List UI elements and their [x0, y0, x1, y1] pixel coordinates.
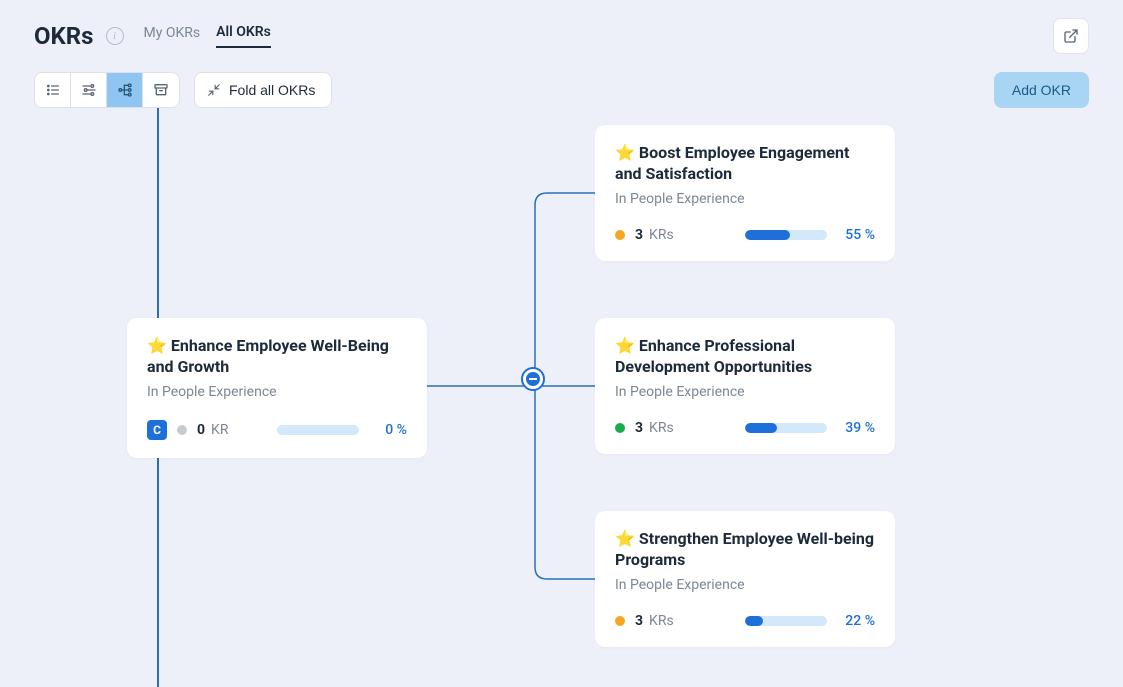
okr-card-child[interactable]: ⭐Enhance Professional Development Opport… — [595, 318, 895, 454]
kr-label: KR — [211, 422, 228, 438]
fold-all-button[interactable]: Fold all OKRs — [194, 72, 332, 108]
collapse-node-handle[interactable] — [521, 367, 545, 391]
kr-count: 3 — [635, 227, 643, 243]
okr-title-text: Enhance Professional Development Opportu… — [615, 336, 812, 376]
star-icon: ⭐ — [615, 336, 635, 355]
connector-lines — [427, 125, 597, 645]
view-alignment-button[interactable] — [71, 73, 107, 107]
kr-count: 3 — [635, 613, 643, 629]
progress-percent: 22 % — [837, 613, 875, 629]
star-icon: ⭐ — [615, 143, 635, 162]
okr-card-title: ⭐Enhance Employee Well-Being and Growth — [147, 336, 407, 378]
okr-card-subtitle: In People Experience — [147, 384, 407, 400]
status-dot — [177, 425, 187, 435]
star-icon: ⭐ — [147, 336, 167, 355]
progress-bar — [277, 425, 359, 435]
fold-all-label: Fold all OKRs — [229, 82, 315, 98]
progress-percent: 55 % — [837, 227, 875, 243]
progress-bar — [745, 423, 827, 433]
tree-icon — [117, 82, 133, 98]
okr-card-title: ⭐Boost Employee Engagement and Satisfact… — [615, 143, 875, 185]
status-dot — [615, 230, 625, 240]
okr-card-title: ⭐Enhance Professional Development Opport… — [615, 336, 875, 378]
list-icon — [45, 82, 61, 98]
status-dot — [615, 616, 625, 626]
okr-card-subtitle: In People Experience — [615, 577, 875, 593]
status-dot — [615, 423, 625, 433]
external-link-icon — [1063, 28, 1079, 44]
owner-avatar[interactable]: C — [147, 420, 167, 440]
kr-label: KRs — [649, 613, 674, 629]
kr-count: 3 — [635, 420, 643, 436]
okr-title-text: Enhance Employee Well-Being and Growth — [147, 336, 389, 376]
progress-bar — [745, 616, 827, 626]
kr-label: KRs — [649, 420, 674, 436]
okr-card-parent[interactable]: ⭐Enhance Employee Well-Being and Growth … — [127, 318, 427, 458]
view-archive-button[interactable] — [143, 73, 179, 107]
open-external-button[interactable] — [1053, 18, 1089, 54]
archive-icon — [153, 82, 169, 98]
collapse-arrows-icon — [207, 83, 221, 97]
okr-title-text: Strengthen Employee Well-being Programs — [615, 529, 874, 569]
okr-card-child[interactable]: ⭐Strengthen Employee Well-being Programs… — [595, 511, 895, 647]
add-okr-button[interactable]: Add OKR — [994, 72, 1089, 108]
kr-count: 0 — [197, 422, 205, 438]
page-title: OKRs — [34, 22, 94, 50]
progress-percent: 0 % — [369, 422, 407, 438]
view-tree-button[interactable] — [107, 73, 143, 107]
star-icon: ⭐ — [615, 529, 635, 548]
progress-percent: 39 % — [837, 420, 875, 436]
okr-card-child[interactable]: ⭐Boost Employee Engagement and Satisfact… — [595, 125, 895, 261]
progress-bar — [745, 230, 827, 240]
info-icon[interactable]: i — [106, 27, 124, 45]
tab-all-okrs[interactable]: All OKRs — [216, 24, 271, 48]
view-mode-group — [34, 72, 180, 108]
kr-label: KRs — [649, 227, 674, 243]
okr-card-subtitle: In People Experience — [615, 384, 875, 400]
okr-card-subtitle: In People Experience — [615, 191, 875, 207]
minus-icon — [529, 378, 537, 380]
view-list-button[interactable] — [35, 73, 71, 107]
okr-title-text: Boost Employee Engagement and Satisfacti… — [615, 143, 849, 183]
okr-card-title: ⭐Strengthen Employee Well-being Programs — [615, 529, 875, 571]
tab-my-okrs[interactable]: My OKRs — [144, 25, 201, 47]
alignment-icon — [81, 82, 97, 98]
